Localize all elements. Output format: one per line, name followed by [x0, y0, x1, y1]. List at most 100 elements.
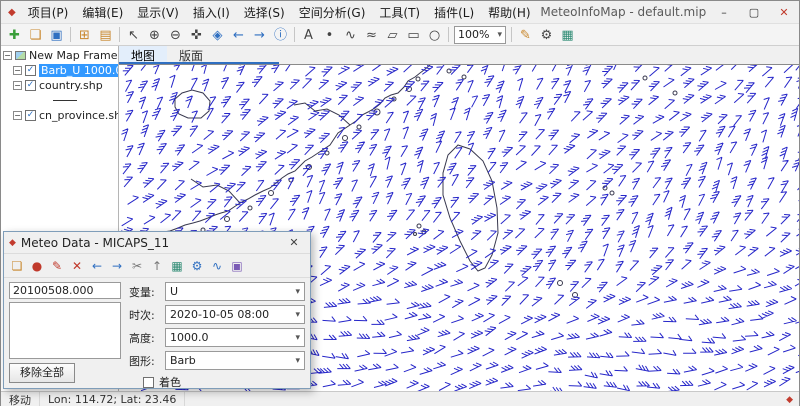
- shading-row: 着色: [143, 374, 305, 390]
- variable-combo[interactable]: U ▾: [165, 282, 305, 301]
- menu-geoprocessing[interactable]: 空间分析(G): [292, 2, 373, 23]
- graphic-combo[interactable]: Barb ▾: [165, 351, 305, 370]
- meteo-data-dialog: ◆ Meteo Data - MICAPS_11 ✕ ❏ ● ✎ ✕ ← → ✂…: [3, 231, 311, 389]
- menu-plugin[interactable]: 插件(L): [427, 2, 481, 23]
- new-curve-icon[interactable]: ≈: [361, 25, 382, 44]
- full-extent-icon[interactable]: ◈: [207, 25, 228, 44]
- statusbar-logo-icon: ◆: [780, 395, 799, 405]
- menu-edit[interactable]: 编辑(E): [75, 2, 130, 23]
- attribute-table-icon[interactable]: ▦: [557, 25, 578, 44]
- data-settings-icon[interactable]: ⚙: [187, 256, 207, 275]
- tree-node-map-frame[interactable]: − New Map Frame: [1, 48, 118, 63]
- zoom-level-combo[interactable]: 100% ▾: [454, 26, 506, 44]
- identify-icon[interactable]: ⓘ: [270, 25, 291, 44]
- level-label: 高度:: [129, 330, 165, 346]
- dialog-title: Meteo Data - MICAPS_11: [21, 236, 283, 250]
- image-icon[interactable]: ▣: [227, 256, 247, 275]
- open-project-icon[interactable]: ❏: [25, 25, 46, 44]
- expander-icon[interactable]: −: [13, 81, 22, 90]
- open-data-icon[interactable]: ▤: [95, 25, 116, 44]
- settings-icon[interactable]: ⚙: [536, 25, 557, 44]
- expander-icon[interactable]: −: [13, 66, 22, 75]
- save-project-icon[interactable]: ▣: [46, 25, 67, 44]
- new-polyline-icon[interactable]: ∿: [340, 25, 361, 44]
- coordinates-status: Lon: 114.72; Lat: 23.46: [40, 392, 185, 406]
- toolbar-separator: [511, 27, 512, 42]
- close-button[interactable]: ✕: [769, 4, 799, 21]
- new-polygon-icon[interactable]: ▱: [382, 25, 403, 44]
- chevron-down-icon: ▾: [295, 287, 300, 297]
- remove-data-icon[interactable]: ✕: [67, 256, 87, 275]
- zoom-level-value: 100%: [458, 28, 489, 41]
- dialog-close-icon[interactable]: ✕: [283, 236, 305, 249]
- tree-node-barb-layer[interactable]: − ✓ Barb_U 1000.0 2020-1: [1, 63, 118, 78]
- chevron-down-icon: ▾: [295, 333, 300, 343]
- next-time-icon[interactable]: →: [107, 256, 127, 275]
- previous-extent-icon[interactable]: ←: [228, 25, 249, 44]
- variable-row: 变量: U ▾: [129, 282, 305, 301]
- chevron-down-icon: ▾: [497, 30, 502, 40]
- next-extent-icon[interactable]: →: [249, 25, 270, 44]
- minimize-button[interactable]: –: [709, 4, 739, 21]
- edit-pencil-icon[interactable]: ✎: [515, 25, 536, 44]
- graphic-row: 图形: Barb ▾: [129, 351, 305, 370]
- remove-all-button[interactable]: 移除全部: [9, 363, 75, 383]
- draw-data-icon[interactable]: ✎: [47, 256, 67, 275]
- legend-swatch-row: [1, 93, 118, 108]
- new-ellipse-icon[interactable]: ○: [424, 25, 445, 44]
- file-panel: 20100508.000 移除全部: [9, 282, 121, 383]
- application-window: ◆ 项目(P) 编辑(E) 显示(V) 插入(I) 选择(S) 空间分析(G) …: [0, 0, 800, 406]
- menu-project[interactable]: 项目(P): [21, 2, 76, 23]
- plot-1d-icon[interactable]: ∿: [207, 256, 227, 275]
- toolbar-separator: [294, 27, 295, 42]
- maximize-button[interactable]: ▢: [739, 4, 769, 21]
- file-listbox[interactable]: [9, 302, 121, 359]
- tool-mode-status: 移动: [1, 392, 40, 406]
- statusbar: 移动 Lon: 114.72; Lat: 23.46 ◆: [1, 391, 799, 406]
- new-point-icon[interactable]: •: [319, 25, 340, 44]
- open-file-icon[interactable]: ❏: [7, 256, 27, 275]
- country-layer-label: country.shp: [39, 79, 103, 92]
- menu-view[interactable]: 显示(V): [130, 2, 186, 23]
- expander-icon[interactable]: −: [3, 51, 12, 60]
- titlebar: ◆ 项目(P) 编辑(E) 显示(V) 插入(I) 选择(S) 空间分析(G) …: [1, 1, 799, 23]
- cut-section-icon[interactable]: ✂: [127, 256, 147, 275]
- shading-checkbox[interactable]: [143, 377, 154, 388]
- add-layer-icon[interactable]: ⊞: [74, 25, 95, 44]
- dialog-icon: ◆: [9, 238, 16, 248]
- toolbar-separator: [119, 27, 120, 42]
- menu-insert[interactable]: 插入(I): [186, 2, 237, 23]
- app-logo-icon: ◆: [1, 7, 21, 18]
- record-icon[interactable]: ●: [27, 256, 47, 275]
- dialog-titlebar[interactable]: ◆ Meteo Data - MICAPS_11 ✕: [4, 232, 310, 254]
- layer-checkbox[interactable]: ✓: [25, 110, 36, 121]
- map-frame-icon: [15, 51, 26, 60]
- new-label-icon[interactable]: A: [298, 25, 319, 44]
- zoom-out-icon[interactable]: ⊖: [165, 25, 186, 44]
- toolbar-separator: [448, 27, 449, 42]
- expander-icon[interactable]: −: [13, 111, 22, 120]
- new-rectangle-icon[interactable]: ▭: [403, 25, 424, 44]
- tree-node-country-layer[interactable]: − ✓ country.shp: [1, 78, 118, 93]
- tree-node-province-layer[interactable]: − ✓ cn_province.shp: [1, 108, 118, 123]
- menu-help[interactable]: 帮助(H): [481, 2, 537, 23]
- menu-tools[interactable]: 工具(T): [372, 2, 427, 23]
- chevron-down-icon: ▾: [295, 356, 300, 366]
- current-file-field[interactable]: 20100508.000: [9, 282, 121, 299]
- level-combo[interactable]: 1000.0 ▾: [165, 328, 305, 347]
- layer-checkbox[interactable]: ✓: [25, 65, 36, 76]
- data-options-panel: 变量: U ▾ 时次: 2020-10-05 08:00 ▾ 高度:: [121, 282, 305, 383]
- layer-checkbox[interactable]: ✓: [25, 80, 36, 91]
- data-table-icon[interactable]: ▦: [167, 256, 187, 275]
- previous-time-icon[interactable]: ←: [87, 256, 107, 275]
- level-value: 1000.0: [170, 331, 209, 344]
- new-project-icon[interactable]: ✚: [4, 25, 25, 44]
- select-element-icon[interactable]: ↖: [123, 25, 144, 44]
- pan-icon[interactable]: ✜: [186, 25, 207, 44]
- time-label: 时次:: [129, 307, 165, 323]
- menu-selection[interactable]: 选择(S): [237, 2, 292, 23]
- graphic-label: 图形:: [129, 353, 165, 369]
- zoom-in-icon[interactable]: ⊕: [144, 25, 165, 44]
- up-level-icon[interactable]: ↑: [147, 256, 167, 275]
- time-combo[interactable]: 2020-10-05 08:00 ▾: [165, 305, 305, 324]
